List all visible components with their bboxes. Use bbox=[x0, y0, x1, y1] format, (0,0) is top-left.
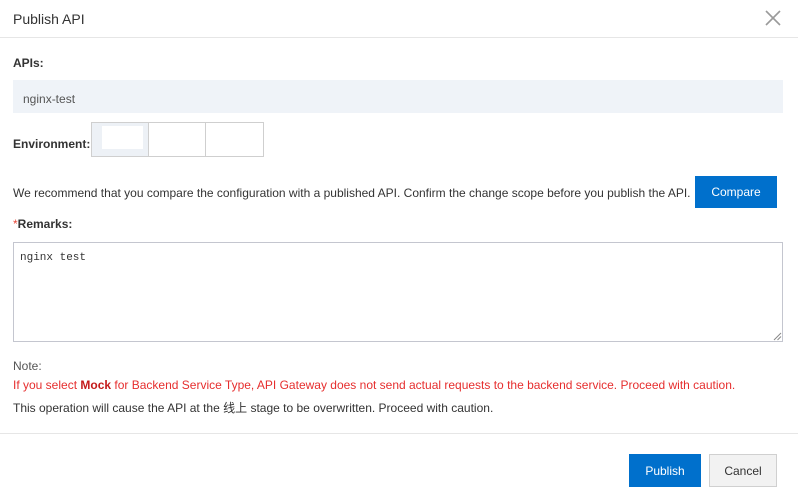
option-highlight bbox=[102, 126, 143, 149]
overwrite-notice: This operation will cause the API at the… bbox=[13, 399, 493, 416]
publish-api-dialog: Publish API APIs: nginx-test Environment… bbox=[0, 0, 798, 503]
environment-option[interactable] bbox=[206, 123, 263, 156]
compare-recommendation: We recommend that you compare the config… bbox=[13, 186, 691, 200]
dialog-header: Publish API bbox=[0, 0, 798, 38]
compare-button[interactable]: Compare bbox=[695, 176, 777, 208]
environment-selector bbox=[91, 122, 264, 157]
apis-label: APIs: bbox=[13, 56, 44, 70]
environment-label: Environment: bbox=[13, 137, 91, 151]
note-title: Note: bbox=[13, 359, 42, 373]
remarks-textarea[interactable]: nginx test bbox=[13, 242, 783, 342]
mock-warning: If you select Mock for Backend Service T… bbox=[13, 378, 735, 392]
environment-option[interactable] bbox=[149, 123, 206, 156]
mock-warning-suffix: for Backend Service Type, API Gateway do… bbox=[111, 378, 736, 392]
overwrite-notice-prefix: This operation will cause the API at the bbox=[13, 401, 224, 415]
publish-button[interactable]: Publish bbox=[629, 454, 701, 487]
apis-value: nginx-test bbox=[23, 92, 76, 106]
overwrite-notice-suffix: stage to be overwritten. Proceed with ca… bbox=[247, 401, 494, 415]
footer-divider bbox=[0, 433, 798, 434]
mock-warning-keyword: Mock bbox=[80, 378, 112, 392]
apis-field: nginx-test bbox=[13, 80, 783, 113]
environment-option[interactable] bbox=[92, 123, 149, 156]
dialog-title: Publish API bbox=[13, 11, 85, 27]
cancel-button[interactable]: Cancel bbox=[709, 454, 777, 487]
resize-handle-icon[interactable] bbox=[773, 332, 782, 341]
remarks-label: *Remarks: bbox=[13, 217, 72, 231]
close-icon[interactable] bbox=[763, 8, 783, 28]
mock-warning-prefix: If you select bbox=[13, 378, 81, 392]
remarks-label-text: Remarks: bbox=[17, 217, 73, 231]
stage-name: 线上 bbox=[223, 401, 248, 415]
